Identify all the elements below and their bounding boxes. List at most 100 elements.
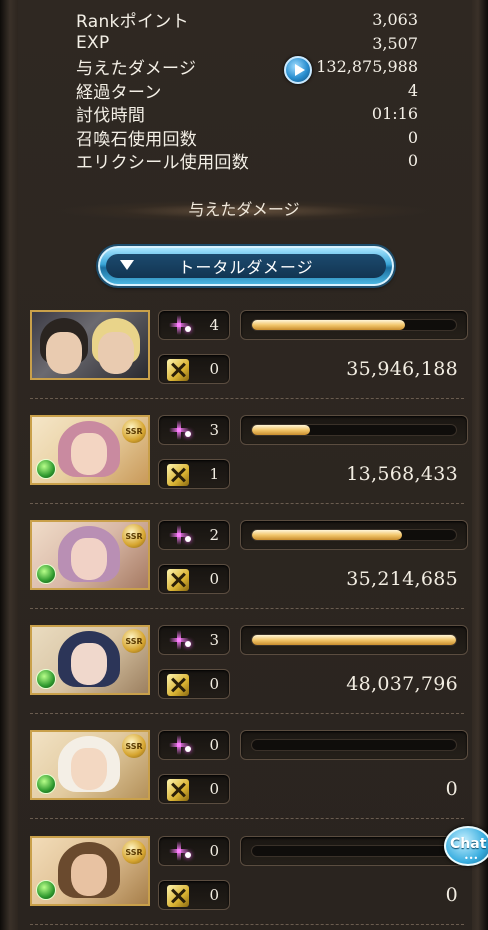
damage-bar-track — [251, 424, 457, 436]
damage-bar — [240, 625, 468, 655]
bearded-portrait[interactable]: SSR — [30, 836, 150, 906]
crossed-swords-icon — [167, 464, 189, 486]
stat-summon-uses: 召喚石使用回数 0 — [76, 126, 418, 150]
face-shape — [71, 643, 107, 685]
damage-bar-track — [251, 739, 457, 751]
stat-label: 討伐時間 — [76, 106, 146, 127]
duo-portrait[interactable] — [30, 310, 150, 380]
row-divider — [30, 398, 464, 399]
stat-label: Rankポイント — [76, 12, 189, 33]
ougi-count-box: 3 — [158, 625, 230, 655]
chat-label: Chat — [450, 836, 487, 852]
chain-count-box: 0 — [158, 354, 230, 384]
damage-bar — [240, 836, 468, 866]
ougi-count: 2 — [209, 526, 219, 544]
stat-value: 0 — [407, 127, 418, 147]
ougi-count-box: 3 — [158, 415, 230, 445]
damage-value: 35,214,685 — [346, 568, 458, 590]
crossed-swords-icon — [167, 359, 189, 381]
stat-value: 0 — [407, 151, 418, 171]
damage-bar — [240, 310, 468, 340]
stat-value: 3,507 — [372, 33, 418, 53]
stat-label: 召喚石使用回数 — [76, 129, 198, 150]
ssr-rarity-icon: SSR — [122, 524, 146, 548]
total-damage-button[interactable]: トータルダメージ — [98, 246, 394, 286]
damage-value: 0 — [445, 884, 458, 906]
row-divider — [30, 818, 464, 819]
chain-count: 0 — [209, 780, 219, 798]
character-row: 4 0 35,946,188 — [30, 310, 468, 415]
ougi-count-box: 2 — [158, 520, 230, 550]
chain-count: 0 — [209, 570, 219, 588]
row-divider — [30, 924, 464, 925]
damage-value: 0 — [445, 778, 458, 800]
stat-label: EXP — [76, 33, 110, 54]
stat-label: エリクシール使用回数 — [76, 153, 249, 174]
crossed-swords-icon — [167, 569, 189, 591]
chain-count-box: 0 — [158, 564, 230, 594]
wind-element-icon — [36, 774, 56, 794]
chain-count: 1 — [209, 465, 219, 483]
stat-elixir-uses: エリクシール使用回数 0 — [76, 149, 418, 173]
character-row: SSR 3 1 13,568,433 — [30, 415, 468, 520]
face-shape — [71, 538, 107, 580]
damage-value: 48,037,796 — [346, 673, 458, 695]
damage-bar-track — [251, 634, 457, 646]
pink-hair-portrait[interactable]: SSR — [30, 415, 150, 485]
hooded-portrait[interactable]: SSR — [30, 625, 150, 695]
total-damage-label: トータルダメージ — [178, 258, 314, 277]
ougi-count: 0 — [209, 842, 219, 860]
damage-bar-fill — [252, 635, 456, 645]
chain-count-box: 0 — [158, 669, 230, 699]
stat-label: 与えたダメージ — [76, 59, 197, 80]
damage-bar-track — [251, 845, 457, 857]
battle-stats: Rankポイント 3,063 EXP 3,507 与えたダメージ 132,875… — [76, 8, 418, 173]
sparkle-icon — [169, 630, 191, 650]
sparkle-icon — [169, 735, 191, 755]
ssr-rarity-icon: SSR — [122, 734, 146, 758]
row-divider — [30, 608, 464, 609]
damage-bar-track — [251, 529, 457, 541]
wind-element-icon — [36, 880, 56, 900]
row-divider — [30, 713, 464, 714]
character-row: SSR 0 0 0 — [30, 730, 468, 835]
face-shape — [46, 332, 82, 374]
crossed-swords-icon — [167, 885, 189, 907]
wind-element-icon — [36, 669, 56, 689]
chevron-down-icon — [120, 260, 134, 270]
damage-bar-track — [251, 319, 457, 331]
damage-value: 35,946,188 — [346, 358, 458, 380]
section-title: 与えたダメージ — [188, 200, 300, 219]
chain-count-box: 0 — [158, 880, 230, 910]
damage-bar-fill — [252, 320, 405, 330]
stat-damage-dealt: 与えたダメージ 132,875,988 — [76, 55, 418, 84]
crossed-swords-icon — [167, 779, 189, 801]
elder-portrait[interactable]: SSR — [30, 730, 150, 800]
sparkle-icon — [169, 315, 191, 335]
stat-value: 3,063 — [372, 10, 418, 30]
character-row: SSR 2 0 35,214,685 — [30, 520, 468, 625]
chat-button[interactable]: Chat ••• — [444, 826, 488, 866]
face-shape — [71, 748, 107, 790]
wind-element-icon — [36, 459, 56, 479]
damage-bar-fill — [252, 530, 402, 540]
chain-count-box: 1 — [158, 459, 230, 489]
total-damage-button-face: トータルダメージ — [106, 254, 386, 278]
chat-dots-icon: ••• — [464, 854, 479, 863]
sparkle-icon — [169, 841, 191, 861]
ssr-rarity-icon: SSR — [122, 419, 146, 443]
damage-bar — [240, 520, 468, 550]
chain-count: 0 — [209, 886, 219, 904]
stat-value: 01:16 — [371, 104, 418, 124]
stat-label: 経過ターン — [76, 82, 162, 103]
horned-portrait[interactable]: SSR — [30, 520, 150, 590]
ougi-count: 0 — [209, 736, 219, 754]
damage-bar-fill — [252, 425, 310, 435]
damage-bar — [240, 415, 468, 445]
face-shape — [71, 433, 107, 475]
character-row: SSR 3 0 48,037,796 — [30, 625, 468, 730]
sparkle-icon — [169, 525, 191, 545]
ougi-count-box: 0 — [158, 836, 230, 866]
ougi-count: 3 — [209, 631, 219, 649]
damage-value: 13,568,433 — [346, 463, 458, 485]
